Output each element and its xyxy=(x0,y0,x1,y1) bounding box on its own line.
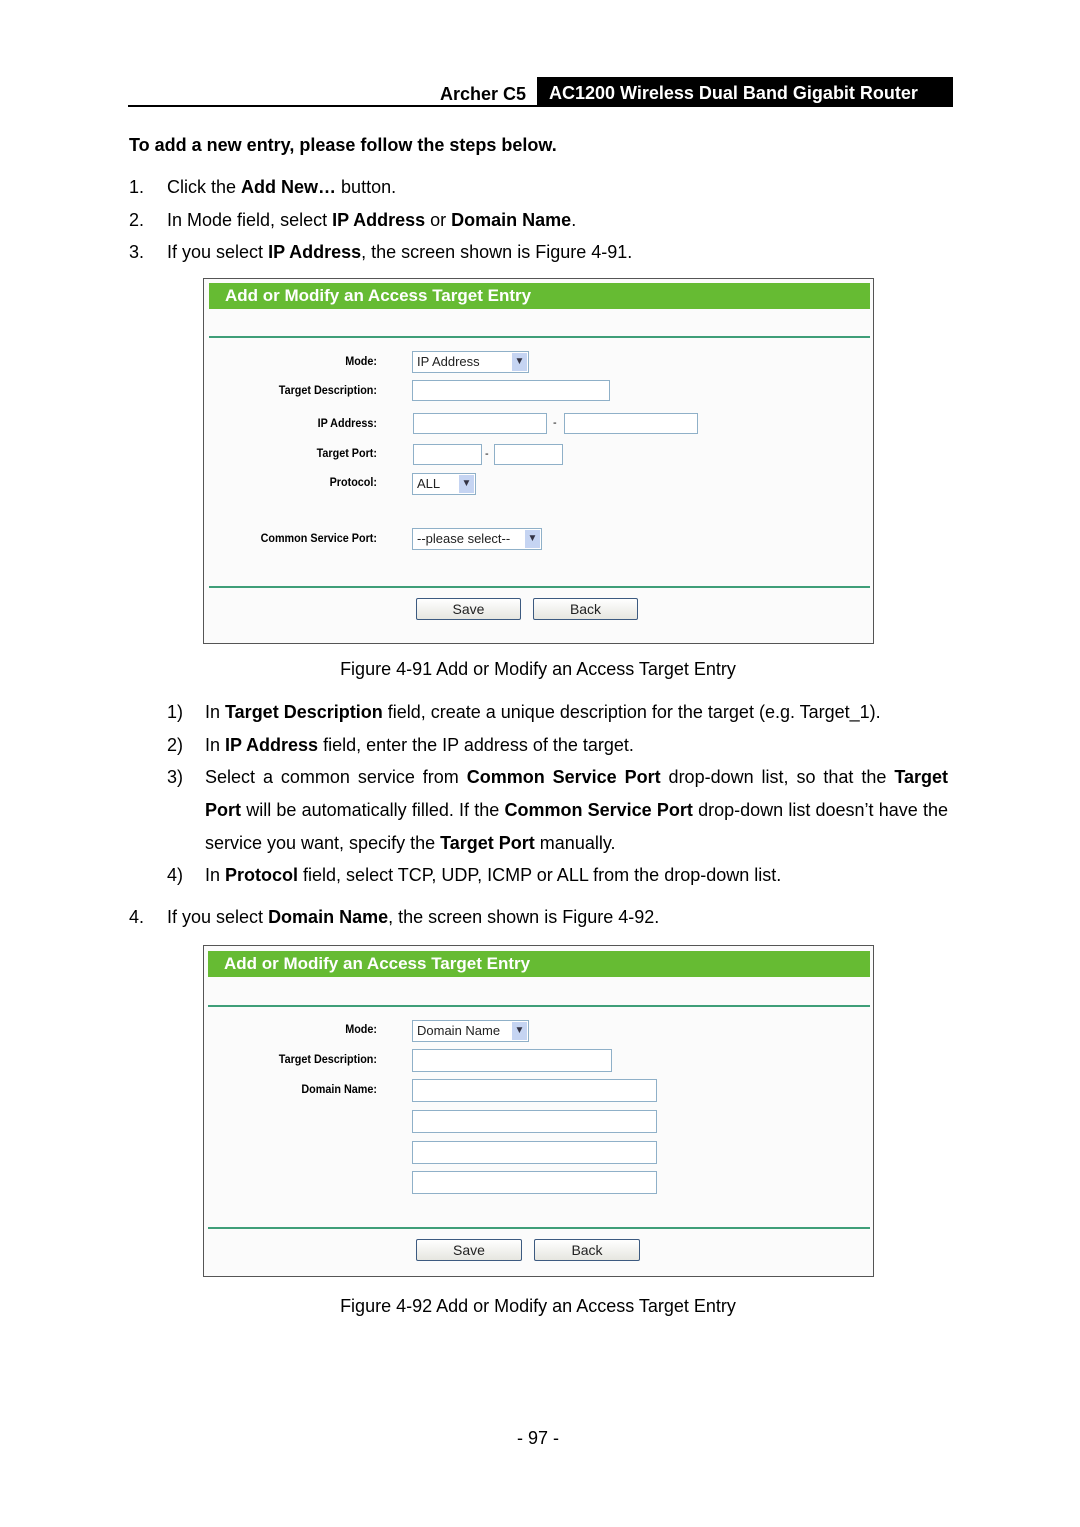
manual-page: Archer C5 AC1200 Wireless Dual Band Giga… xyxy=(0,0,1080,1527)
target-description-label: Target Description: xyxy=(278,1052,377,1066)
form-title-bar: Add or Modify an Access Target Entry xyxy=(208,951,870,977)
header-product: AC1200 Wireless Dual Band Gigabit Router xyxy=(537,77,953,107)
chevron-down-icon: ▼ xyxy=(525,530,540,548)
header-rule xyxy=(128,105,953,107)
text-segment: If you select xyxy=(167,907,269,927)
text-segment: . xyxy=(571,210,577,230)
chevron-down-icon: ▼ xyxy=(512,353,527,371)
text-segment: In xyxy=(205,735,226,755)
target-port-end-input[interactable] xyxy=(494,444,563,465)
figure-ip-address-form: Add or Modify an Access Target Entry Mod… xyxy=(203,278,874,644)
save-button[interactable]: Save xyxy=(416,1239,522,1261)
text-segment: , the screen shown is Figure 4-91. xyxy=(361,242,633,262)
target-port-label: Target Port: xyxy=(316,446,377,460)
bold-term: Common Service Port xyxy=(466,767,661,787)
domain-name-input-3[interactable] xyxy=(412,1141,657,1164)
domain-name-input-1[interactable] xyxy=(412,1079,657,1102)
target-description-input[interactable] xyxy=(412,1049,612,1072)
bold-term: Domain Name xyxy=(268,907,389,927)
service-value: --please select-- xyxy=(417,531,511,546)
text-segment: Click the xyxy=(167,177,242,197)
step-num: 4. xyxy=(129,907,145,927)
substep-num: 2) xyxy=(167,735,184,755)
protocol-label: Protocol: xyxy=(329,475,377,489)
bold-term: Domain Name xyxy=(451,210,572,230)
step-text: In Mode field, select IP Address or Doma… xyxy=(167,209,576,231)
form-title-bar: Add or Modify an Access Target Entry xyxy=(209,283,870,309)
substep-text: In Protocol field, select TCP, UDP, ICMP… xyxy=(205,864,781,886)
ip-address-end-input[interactable] xyxy=(564,413,698,434)
protocol-value: ALL xyxy=(417,476,441,491)
page-number: - 97 - xyxy=(516,1428,559,1448)
ip-address-label: IP Address: xyxy=(317,416,377,430)
divider xyxy=(208,1005,870,1007)
substep-text: Select a common service from Common Serv… xyxy=(205,761,948,860)
substep-num: 4) xyxy=(167,865,184,885)
text-segment: Select a common service from xyxy=(205,767,467,787)
target-port-start-input[interactable] xyxy=(413,444,482,465)
bold-term: IP Address xyxy=(268,242,362,262)
text-segment: button. xyxy=(336,177,397,197)
step-num: 1. xyxy=(129,177,145,197)
step-num: 3. xyxy=(129,242,145,262)
back-button[interactable]: Back xyxy=(533,598,638,620)
divider xyxy=(208,1227,870,1229)
figure-caption: Figure 4-92 Add or Modify an Access Targ… xyxy=(340,1296,736,1316)
intro-heading: To add a new entry, please follow the st… xyxy=(129,135,557,155)
text-segment: or xyxy=(425,210,452,230)
text-segment: In Mode field, select xyxy=(167,210,333,230)
common-service-port-label: Common Service Port: xyxy=(260,531,377,545)
divider xyxy=(209,336,870,338)
substep-num: 3) xyxy=(167,767,184,787)
mode-select[interactable]: Domain Name ▼ xyxy=(412,1020,529,1042)
target-description-label: Target Description: xyxy=(278,383,377,397)
figure-domain-name-form: Add or Modify an Access Target Entry Mod… xyxy=(203,945,874,1277)
range-dash: - xyxy=(485,448,489,460)
substep-text: In IP Address field, enter the IP addres… xyxy=(205,734,634,756)
substep-num: 1) xyxy=(167,702,184,722)
protocol-select[interactable]: ALL ▼ xyxy=(412,473,476,495)
text-segment: field, create a unique description for t… xyxy=(382,702,881,722)
bold-term: Common Service Port xyxy=(504,800,693,820)
range-dash: - xyxy=(553,417,557,429)
step-num: 2. xyxy=(129,210,145,230)
text-segment: If you select xyxy=(167,242,269,262)
bold-term: IP Address xyxy=(332,210,426,230)
text-segment: drop-down list, so that the xyxy=(660,767,895,787)
bold-term: Target Port xyxy=(440,833,535,853)
bold-term: Add New… xyxy=(241,177,337,197)
step-text: If you select IP Address, the screen sho… xyxy=(167,241,632,263)
text-segment: , the screen shown is Figure 4-92. xyxy=(388,907,660,927)
bold-term: Protocol xyxy=(225,865,299,885)
chevron-down-icon: ▼ xyxy=(459,475,474,493)
target-description-input[interactable] xyxy=(412,380,610,401)
back-button[interactable]: Back xyxy=(534,1239,640,1261)
text-segment: will be automatically filled. If the xyxy=(241,800,505,820)
step-text: Click the Add New… button. xyxy=(167,176,396,198)
text-segment: field, select TCP, UDP, ICMP or ALL from… xyxy=(298,865,782,885)
domain-name-input-2[interactable] xyxy=(412,1110,657,1133)
common-service-port-select[interactable]: --please select-- ▼ xyxy=(412,528,542,550)
figure-caption: Figure 4-91 Add or Modify an Access Targ… xyxy=(340,659,736,679)
mode-select[interactable]: IP Address ▼ xyxy=(412,351,529,373)
divider xyxy=(209,586,870,588)
text-segment: In xyxy=(205,865,226,885)
substep-text: In Target Description field, create a un… xyxy=(205,701,881,723)
mode-label: Mode: xyxy=(345,354,377,368)
text-segment: In xyxy=(205,702,226,722)
mode-value: Domain Name xyxy=(417,1023,501,1038)
ip-address-start-input[interactable] xyxy=(413,413,547,434)
domain-name-label: Domain Name: xyxy=(301,1082,377,1096)
mode-value: IP Address xyxy=(417,354,480,369)
text-segment: field, enter the IP address of the targe… xyxy=(318,735,634,755)
bold-term: Target Description xyxy=(225,702,383,722)
save-button[interactable]: Save xyxy=(416,598,521,620)
chevron-down-icon: ▼ xyxy=(512,1022,527,1040)
domain-name-input-4[interactable] xyxy=(412,1171,657,1194)
text-segment: manually. xyxy=(534,833,616,853)
mode-label: Mode: xyxy=(345,1022,377,1036)
bold-term: IP Address xyxy=(225,735,319,755)
header-model: Archer C5 xyxy=(439,84,526,104)
step-text: If you select Domain Name, the screen sh… xyxy=(167,906,659,928)
